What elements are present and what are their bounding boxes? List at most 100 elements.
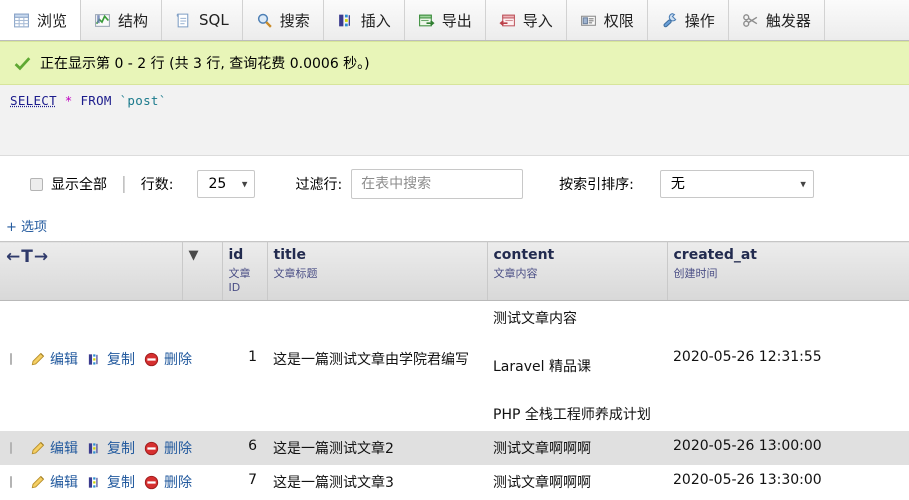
triggers-icon — [742, 13, 758, 27]
options-toggle[interactable]: + 选项 — [0, 212, 909, 241]
tab-label: 浏览 — [37, 11, 68, 30]
table-row[interactable]: 编辑 复制 删除 6 这是一篇测试文章2 测试文章啊啊啊 2020-05-26 … — [0, 431, 909, 465]
copy-icon[interactable] — [87, 352, 102, 367]
content-line: Laravel 精品课 — [493, 359, 591, 375]
delete-link[interactable]: 删除 — [164, 438, 192, 458]
search-icon — [257, 13, 272, 28]
copy-link[interactable]: 复制 — [107, 472, 135, 492]
column-header-id[interactable]: id 文章ID — [222, 241, 268, 301]
row-select-checkbox[interactable] — [10, 476, 12, 488]
tab-label: 搜索 — [279, 11, 310, 30]
edit-link[interactable]: 编辑 — [50, 438, 78, 458]
sort-dropdown-header[interactable]: ▼ — [182, 241, 223, 301]
sql-query-text[interactable]: SELECT * FROM `post` — [10, 93, 167, 108]
cell-content: 测试文章内容 Laravel 精品课 PHP 全栈工程师养成计划 — [487, 301, 667, 432]
sql-query-bar[interactable]: SELECT * FROM `post` — [0, 85, 909, 156]
column-name: content — [493, 247, 555, 263]
tab-search[interactable]: 搜索 — [242, 0, 324, 40]
cell-content: 测试文章啊啊啊 — [487, 431, 667, 465]
tab-export[interactable]: 导出 — [404, 0, 486, 40]
cell-created-at: 2020-05-26 12:31:55 — [673, 349, 822, 365]
row-actions-cell: 编辑 复制 删除 — [0, 301, 192, 432]
sql-star: * — [64, 93, 73, 108]
main-tab-bar: 浏览 结构 SQL 搜索 插入 导出 导入 权限 操作 触发器 — [0, 0, 909, 41]
table-row[interactable]: 编辑 复制 删除 1 这是一篇测试文章由学院君编写 测试文章内容 Laravel… — [0, 301, 909, 432]
column-name: title — [273, 247, 306, 263]
delete-icon[interactable] — [144, 352, 159, 367]
rows-count-label: 行数: — [140, 177, 174, 193]
insert-icon — [338, 14, 350, 26]
cell-created-at: 2020-05-26 13:30:00 — [673, 472, 822, 488]
tab-label: 导出 — [441, 11, 472, 30]
tab-label: 权限 — [603, 11, 634, 30]
row-actions-cell: 编辑 复制 删除 — [0, 431, 192, 465]
sort-by-index-label: 按索引排序: — [559, 177, 634, 193]
row-nav-header: ←T→ — [0, 241, 183, 301]
delete-link[interactable]: 删除 — [164, 472, 192, 492]
delete-icon[interactable] — [144, 475, 159, 490]
tab-label: SQL — [199, 11, 229, 29]
tab-bar-filler — [824, 0, 909, 40]
tab-structure[interactable]: 结构 — [81, 0, 163, 40]
row-actions: 编辑 复制 删除 — [6, 349, 192, 369]
sort-by-index-select[interactable]: 无 — [659, 170, 814, 198]
operations-icon — [663, 12, 677, 27]
row-select-checkbox[interactable] — [10, 442, 12, 454]
rows-count-select[interactable]: 25 — [197, 170, 256, 198]
column-comment: 文章ID — [228, 267, 251, 294]
copy-icon[interactable] — [87, 441, 102, 456]
column-comment: 创建时间 — [673, 267, 718, 280]
tab-sql[interactable]: SQL — [162, 0, 243, 40]
tab-browse[interactable]: 浏览 — [0, 0, 82, 40]
cell-created-at: 2020-05-26 13:00:00 — [667, 431, 909, 465]
tab-label: 插入 — [360, 11, 391, 30]
column-comment: 文章标题 — [273, 267, 318, 280]
copy-link[interactable]: 复制 — [107, 438, 135, 458]
cell-title: 这是一篇测试文章2 — [267, 431, 487, 465]
filter-rows-input[interactable] — [351, 169, 524, 199]
column-header-created-at[interactable]: created_at 创建时间 — [667, 241, 909, 301]
tab-label: 导入 — [522, 11, 553, 30]
tab-label: 触发器 — [765, 11, 811, 30]
sort-by-index-select-wrap: 无 — [659, 170, 814, 198]
row-nav-arrows[interactable]: ←T→ — [6, 247, 49, 267]
row-select-checkbox[interactable] — [10, 353, 12, 365]
edit-pencil-icon[interactable] — [30, 475, 45, 490]
row-actions: 编辑 复制 删除 — [6, 472, 192, 492]
cell-id: 6 — [222, 431, 267, 465]
rows-count-select-wrap: 25 — [197, 170, 256, 198]
show-all-checkbox[interactable] — [30, 177, 43, 191]
filter-rows-label: 过滤行: — [295, 177, 343, 193]
row-actions: 编辑 复制 删除 — [6, 438, 192, 458]
tab-operations[interactable]: 操作 — [647, 0, 729, 40]
edit-link[interactable]: 编辑 — [50, 472, 78, 492]
delete-link[interactable]: 删除 — [164, 349, 192, 369]
tab-import[interactable]: 导入 — [485, 0, 567, 40]
chevron-down-icon[interactable]: ▼ — [189, 248, 199, 263]
status-message-text: 正在显示第 0 - 2 行 (共 3 行, 查询花费 0.0006 秒。) — [40, 56, 370, 72]
cell-title: 这是一篇测试文章3 — [273, 475, 394, 491]
privileges-icon — [580, 15, 596, 26]
tab-privileges[interactable]: 权限 — [566, 0, 648, 40]
edit-link[interactable]: 编辑 — [50, 349, 78, 369]
tab-insert[interactable]: 插入 — [323, 0, 405, 40]
column-header-content[interactable]: content 文章内容 — [487, 241, 668, 301]
delete-icon[interactable] — [144, 441, 159, 456]
edit-pencil-icon[interactable] — [30, 352, 45, 367]
results-header-row: ←T→ ▼ id 文章ID title 文章标题 content 文章内容 cr… — [0, 241, 909, 301]
success-check-icon — [14, 56, 31, 70]
column-name: id — [228, 247, 244, 263]
import-icon — [499, 14, 515, 26]
cell-id: 1 — [248, 349, 257, 365]
sql-keyword-from: FROM — [80, 93, 112, 108]
sql-icon — [176, 13, 189, 27]
row-actions-cell: 编辑 复制 删除 — [0, 465, 192, 499]
sql-keyword-select: SELECT — [10, 93, 57, 108]
column-header-title[interactable]: title 文章标题 — [267, 241, 488, 301]
table-row[interactable]: 编辑 复制 删除 7 这是一篇测试文章3 测试文章啊啊啊 2020-05-26 … — [0, 465, 909, 499]
options-toggle-link[interactable]: + 选项 — [6, 220, 47, 235]
edit-pencil-icon[interactable] — [30, 441, 45, 456]
tab-triggers[interactable]: 触发器 — [728, 0, 825, 40]
copy-link[interactable]: 复制 — [107, 349, 135, 369]
copy-icon[interactable] — [87, 475, 102, 490]
